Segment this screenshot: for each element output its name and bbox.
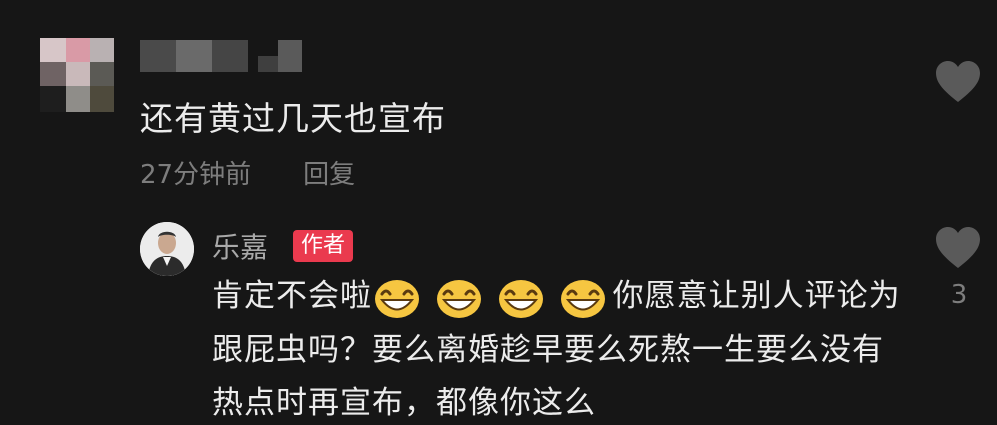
comment-meta: 27分钟前 回复 — [140, 154, 355, 191]
grinning-face-emoji — [498, 279, 543, 318]
like-count: 3 — [950, 280, 968, 310]
grinning-face-emoji — [375, 279, 419, 318]
grinning-face-emoji — [560, 279, 605, 318]
grinning-face-emoji — [436, 279, 481, 318]
heart-icon[interactable] — [934, 226, 982, 274]
reply-text: 肯定不会啦 你愿意让别人评论为跟屁虫吗？要么离婚趁早要么死熬一生要么没有热点时再… — [212, 270, 902, 425]
emoji-group — [374, 271, 611, 324]
comment-time: 27分钟前 — [140, 160, 252, 190]
reply-text-start: 肯定不会啦 — [212, 278, 372, 314]
author-avatar[interactable] — [140, 222, 194, 276]
blurred-avatar-icon[interactable] — [40, 38, 114, 112]
author-name[interactable]: 乐嘉 — [212, 226, 268, 266]
blurred-username[interactable] — [140, 40, 305, 72]
comment-text: 还有黄过几天也宣布 — [140, 99, 446, 138]
comment-thread: 还有黄过几天也宣布 27分钟前 回复 乐嘉 作者 肯定不会啦 你愿意让别人评论为… — [0, 0, 997, 425]
heart-icon[interactable] — [934, 60, 982, 108]
author-badge: 作者 — [293, 230, 354, 262]
reply-button[interactable]: 回复 — [303, 160, 355, 190]
